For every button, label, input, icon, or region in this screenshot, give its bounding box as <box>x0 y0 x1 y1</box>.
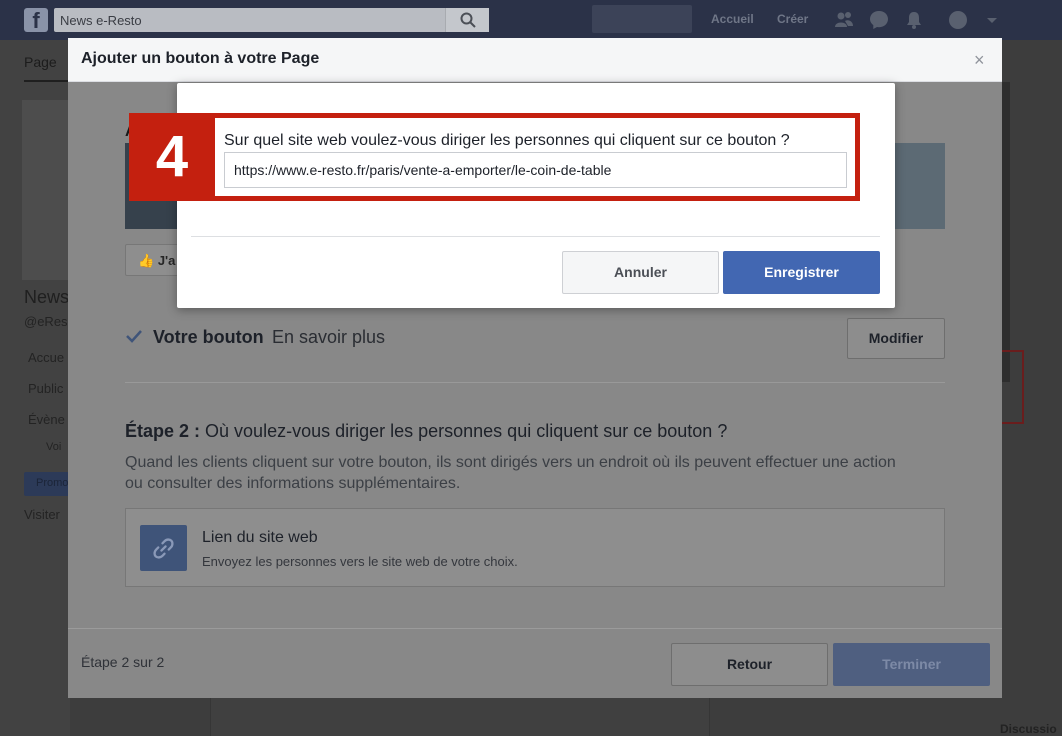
preview-like-label: J'a <box>157 253 176 268</box>
website-link-description: Envoyez les personnes vers le site web d… <box>202 554 518 569</box>
sidebar-item-voir-plus[interactable]: Voi <box>46 441 61 453</box>
modal-title: Ajouter un bouton à votre Page <box>81 50 320 67</box>
sidebar-item-publications[interactable]: Public <box>28 381 63 396</box>
step-2-title: Étape 2 : Où voulez-vous diriger les per… <box>125 421 727 442</box>
discussion-label[interactable]: Discussio <box>1000 722 1057 736</box>
page-tab-underline <box>24 80 68 82</box>
annuler-button[interactable]: Annuler <box>562 251 719 294</box>
sidebar-item-evenements[interactable]: Évène <box>28 412 65 427</box>
step-2-description: Quand les clients cliquent sur votre bou… <box>125 454 896 492</box>
search-box[interactable] <box>54 8 489 32</box>
messenger-icon[interactable] <box>869 10 889 30</box>
website-url-input[interactable] <box>224 152 847 188</box>
dropdown-icon[interactable] <box>985 10 999 30</box>
retour-button[interactable]: Retour <box>671 643 828 686</box>
link-icon-box <box>140 525 187 571</box>
page-tab[interactable]: Page <box>24 54 57 70</box>
step-counter: Étape 2 sur 2 <box>81 654 165 670</box>
section-divider <box>125 382 945 383</box>
dialog-divider <box>191 236 880 237</box>
preview-like-button: 👍 J'a <box>125 244 181 276</box>
feed-bottom-strip <box>210 698 710 736</box>
friends-icon[interactable] <box>834 10 854 30</box>
step-2-title-strong: Étape 2 : <box>125 421 201 441</box>
terminer-button[interactable]: Terminer <box>833 643 990 686</box>
facebook-logo-icon[interactable]: f <box>24 8 48 32</box>
promote-label: Promo <box>36 477 69 489</box>
modifier-button[interactable]: Modifier <box>847 318 945 359</box>
notifications-icon[interactable] <box>904 10 924 30</box>
checkmark-icon <box>126 330 142 343</box>
step-number-badge: 4 <box>129 113 215 201</box>
nav-create-link[interactable]: Créer <box>777 12 808 26</box>
search-icon <box>460 12 476 28</box>
enregistrer-button[interactable]: Enregistrer <box>723 251 880 294</box>
search-input[interactable] <box>54 8 444 32</box>
page-profile-picture <box>22 100 70 280</box>
website-link-title: Lien du site web <box>202 529 318 546</box>
promote-button[interactable]: Promo <box>24 472 70 496</box>
thumbs-up-icon: 👍 <box>138 253 155 268</box>
sidebar-item-accueil[interactable]: Accue <box>28 350 64 365</box>
website-link-option[interactable]: Lien du site web Envoyez les personnes v… <box>125 508 945 587</box>
step-number: 4 <box>155 124 189 189</box>
votre-bouton-value: En savoir plus <box>272 327 386 347</box>
url-question-label: Sur quel site web voulez-vous diriger le… <box>224 132 790 149</box>
nav-home-link[interactable]: Accueil <box>711 12 754 26</box>
profile-link[interactable] <box>592 5 692 33</box>
modal-header: Ajouter un bouton à votre Page × <box>68 38 1002 82</box>
page-name: News <box>24 287 70 307</box>
close-icon[interactable]: × <box>974 50 985 70</box>
help-icon[interactable] <box>948 10 968 30</box>
link-icon <box>153 538 174 559</box>
right-panel-highlight <box>1002 350 1024 424</box>
votre-bouton-label: Votre bouton <box>153 327 264 347</box>
visit-link[interactable]: Visiter <box>24 507 60 522</box>
right-panel-shadow <box>1002 82 1010 382</box>
step-2-title-rest: Où voulez-vous diriger les personnes qui… <box>200 421 728 441</box>
footer-divider <box>68 628 1002 629</box>
top-navigation-bar: f Accueil Créer <box>0 0 1062 40</box>
search-button[interactable] <box>445 8 489 32</box>
page-handle: @eRes <box>24 314 68 329</box>
